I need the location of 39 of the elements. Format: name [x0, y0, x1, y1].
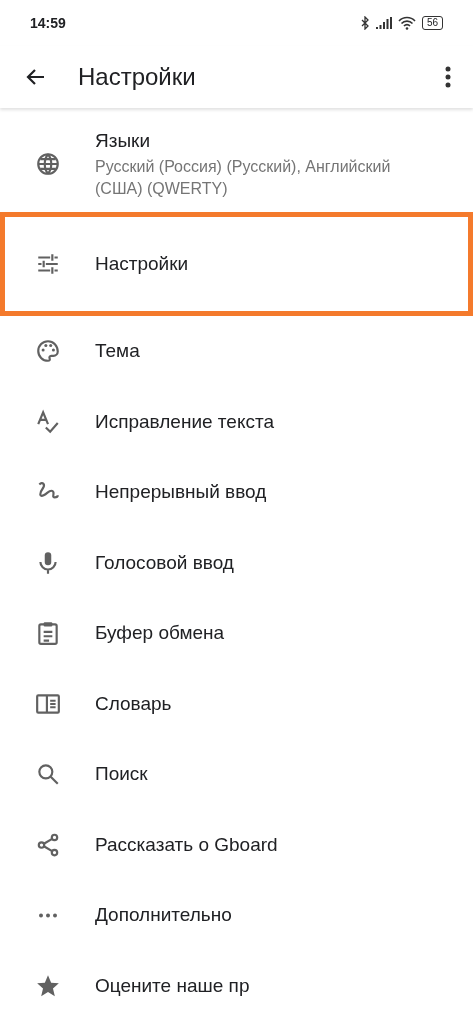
settings-item[interactable]: Буфер обмена: [0, 598, 473, 669]
item-title: Дополнительно: [95, 903, 232, 928]
settings-item[interactable]: Исправление текста: [0, 386, 473, 457]
item-title: Исправление текста: [95, 409, 274, 434]
bluetooth-icon: [360, 16, 370, 30]
sliders-icon: [35, 251, 61, 277]
item-subtitle: Русский (Россия) (Русский), Английский (США) (QWERTY): [95, 157, 392, 199]
item-title: Поиск: [95, 762, 148, 787]
battery-indicator: 56: [421, 16, 443, 30]
item-title: Буфер обмена: [95, 621, 225, 646]
item-title: Тема: [95, 339, 140, 364]
share-icon: [35, 831, 61, 858]
globe-icon: [35, 151, 61, 177]
settings-item[interactable]: Рассказать о Gboard: [0, 809, 473, 880]
item-title: Голосовой ввод: [95, 550, 234, 575]
settings-item[interactable]: Поиск: [0, 739, 473, 810]
item-title: Языки: [95, 129, 151, 153]
screen-title: Настройки: [78, 62, 197, 92]
more-options-icon[interactable]: [445, 66, 451, 88]
wifi-icon: [397, 16, 416, 30]
item-title: Непрерывный ввод: [95, 480, 267, 505]
item-title: Настройки: [95, 252, 189, 276]
settings-item[interactable]: Непрерывный ввод: [0, 457, 473, 528]
settings-item[interactable]: Языки Русский (Россия) (Русский), Английский (США) (QWERTY): [0, 116, 473, 212]
item-title: Рассказать о Gboard: [95, 832, 278, 857]
more-dots-icon: [37, 912, 59, 918]
settings-item[interactable]: Голосовой ввод: [0, 527, 473, 598]
settings-item[interactable]: Словарь: [0, 668, 473, 739]
spellcheck-icon: [35, 408, 61, 435]
settings-item[interactable]: Дополнительно: [0, 880, 473, 951]
palette-icon: [35, 338, 61, 365]
settings-item[interactable]: Оцените наше пр: [0, 950, 473, 1021]
status-time: 14:59: [30, 13, 66, 33]
item-title: Оцените наше пр: [95, 973, 250, 998]
item-title: Словарь: [95, 691, 172, 716]
clipboard-icon: [35, 620, 61, 647]
settings-item[interactable]: Настройки: [0, 212, 473, 316]
settings-item[interactable]: Тема: [0, 316, 473, 387]
signal-icon: [375, 17, 392, 29]
